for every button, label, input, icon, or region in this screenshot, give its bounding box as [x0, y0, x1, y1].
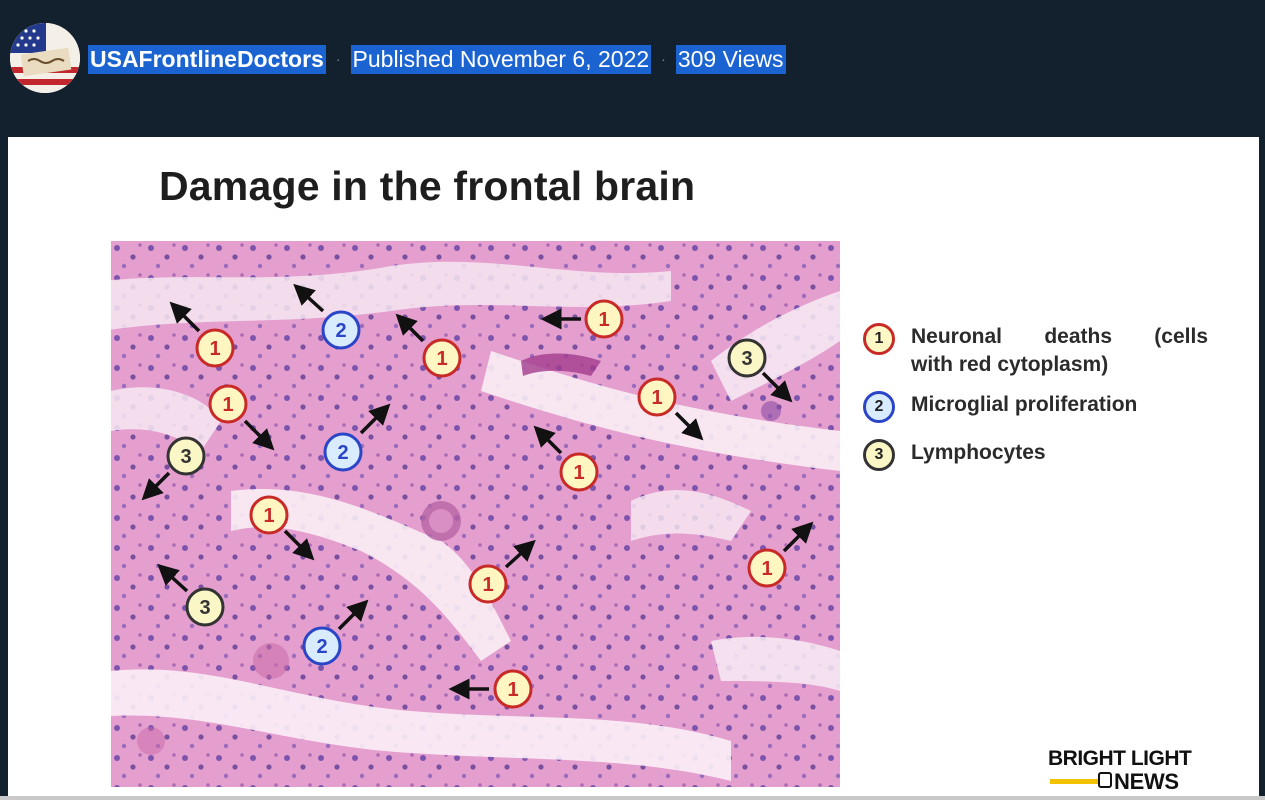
legend-label: Microglial proliferation [911, 393, 1138, 416]
legend-item-neuronal-deaths: 1 Neuronal deaths (cells with red cytopl… [863, 323, 1208, 379]
marker-label: 2 [335, 320, 346, 342]
page-header: USAFrontlineDoctors · Published November… [0, 0, 1265, 137]
legend: 1 Neuronal deaths (cells with red cytopl… [863, 323, 1208, 479]
player-progress-bar[interactable] [0, 796, 1265, 800]
channel-name-link[interactable]: USAFrontlineDoctors [88, 44, 326, 74]
legend-word: deaths [1044, 325, 1112, 348]
marker-label: 1 [651, 387, 662, 409]
view-count: 309 Views [675, 44, 786, 74]
legend-item-microglial: 2 Microglial proliferation [863, 391, 1208, 423]
marker-label: 1 [209, 338, 220, 360]
marker-label: 1 [598, 309, 609, 331]
marker-label: 3 [180, 446, 191, 468]
logo-line1: BRIGHT LIGHT [1048, 747, 1192, 770]
micrograph-image: 1 2 1 1 3 1 2 1 3 1 1 1 1 3 2 1 [111, 241, 840, 787]
separator-dot: · [661, 51, 666, 67]
slide-title: Damage in the frontal brain [159, 163, 696, 209]
we-the-people-flag-icon [10, 23, 80, 93]
publish-date: Published November 6, 2022 [350, 44, 652, 74]
separator-dot: · [335, 51, 341, 67]
marker-label: 1 [482, 574, 493, 596]
channel-avatar[interactable] [10, 23, 80, 93]
marker-label: 1 [222, 394, 233, 416]
legend-word: Neuronal [911, 325, 1003, 348]
flashlight-icon [1098, 772, 1112, 788]
legend-marker-1: 1 [863, 323, 895, 355]
legend-marker-2: 2 [863, 391, 895, 423]
legend-word: (cells [1154, 325, 1208, 348]
legend-item-lymphocytes: 3 Lymphocytes [863, 439, 1208, 471]
bright-light-news-logo: BRIGHT LIGHT NEWS [1048, 747, 1208, 794]
logo-line2: NEWS [1114, 769, 1179, 794]
marker-label: 1 [507, 679, 518, 701]
video-meta: USAFrontlineDoctors · Published November… [88, 44, 786, 74]
marker-label: 1 [573, 462, 584, 484]
video-player[interactable]: Damage in the frontal brain 1 2 1 1 3 1 … [8, 137, 1259, 796]
legend-label: Lymphocytes [911, 441, 1046, 464]
marker-label: 3 [199, 597, 210, 619]
legend-marker-3: 3 [863, 439, 895, 471]
marker-label: 1 [263, 505, 274, 527]
legend-label-line1: Neuronal deaths (cells [911, 323, 1208, 351]
marker-label: 1 [761, 558, 772, 580]
marker-label: 3 [741, 348, 752, 370]
marker-label: 2 [337, 442, 348, 464]
marker-label: 1 [436, 348, 447, 370]
legend-label-line2: with red cytoplasm) [911, 353, 1109, 376]
marker-label: 2 [316, 636, 327, 658]
